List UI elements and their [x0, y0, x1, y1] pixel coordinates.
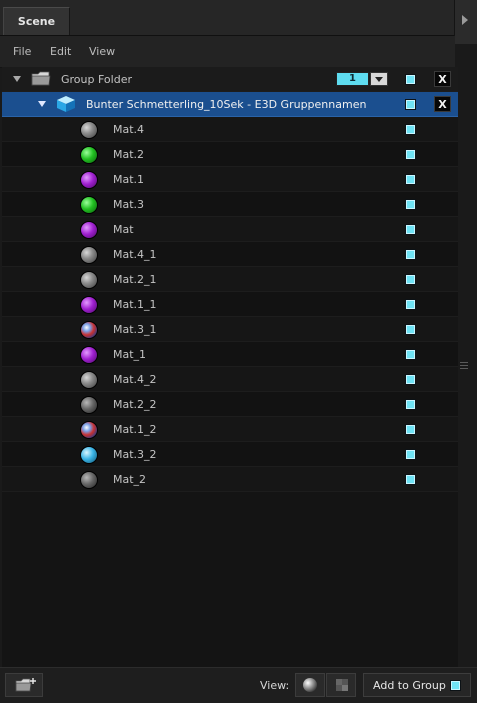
material-row[interactable]: Mat.3_1 — [2, 317, 458, 342]
expand-arrow-icon[interactable] — [38, 101, 46, 107]
material-row[interactable]: Mat_1 — [2, 342, 458, 367]
material-row[interactable]: Mat.3_2 — [2, 442, 458, 467]
material-label: Mat.4_2 — [113, 373, 157, 386]
visibility-toggle[interactable] — [405, 224, 416, 235]
visibility-toggle[interactable] — [405, 99, 416, 110]
grey-material-sphere-icon — [80, 371, 98, 389]
dark-material-sphere-icon — [80, 471, 98, 489]
material-row[interactable]: Mat.4_2 — [2, 367, 458, 392]
chevron-right-icon — [462, 15, 468, 25]
material-label: Mat.2 — [113, 148, 145, 161]
blue-material-sphere-icon — [80, 446, 98, 464]
visibility-toggle[interactable] — [405, 174, 416, 185]
material-row[interactable]: Mat.2 — [2, 142, 458, 167]
multicolor-material-sphere-icon — [80, 421, 98, 439]
material-row[interactable]: Mat — [2, 217, 458, 242]
view-sphere-button[interactable] — [295, 673, 325, 697]
menu-bar: File Edit View — [0, 36, 455, 68]
new-folder-icon — [15, 678, 36, 692]
visibility-toggle[interactable] — [405, 274, 416, 285]
expand-arrow-icon[interactable] — [13, 76, 21, 82]
material-label: Mat.4_1 — [113, 248, 157, 261]
material-label: Mat — [113, 223, 134, 236]
footer-toolbar: View: Add to Group — [0, 667, 477, 703]
visibility-toggle[interactable] — [405, 199, 416, 210]
menu-view[interactable]: View — [89, 45, 115, 58]
green-material-sphere-icon — [80, 196, 98, 214]
scene-tab[interactable]: Scene — [3, 7, 70, 35]
visibility-toggle[interactable] — [405, 324, 416, 335]
add-to-group-checkbox[interactable] — [450, 680, 461, 691]
dark-material-sphere-icon — [80, 396, 98, 414]
material-row[interactable]: Mat.4_1 — [2, 242, 458, 267]
visibility-toggle[interactable] — [405, 299, 416, 310]
scene-tree: Group Folder 1 X Bunter Schmetterling_10… — [2, 67, 458, 667]
visibility-toggle[interactable] — [405, 124, 416, 135]
material-row[interactable]: Mat.1 — [2, 167, 458, 192]
visibility-toggle[interactable] — [405, 349, 416, 360]
folder-icon — [31, 71, 51, 86]
add-to-group-button[interactable]: Add to Group — [363, 673, 471, 697]
layer-number-value: 1 — [336, 72, 369, 86]
add-to-group-label: Add to Group — [373, 679, 446, 692]
menu-edit[interactable]: Edit — [50, 45, 71, 58]
visibility-toggle[interactable] — [405, 249, 416, 260]
visibility-toggle[interactable] — [405, 449, 416, 460]
panel-resize-handle[interactable] — [460, 362, 470, 370]
material-row[interactable]: Mat_2 — [2, 467, 458, 492]
material-row[interactable]: Mat.3 — [2, 192, 458, 217]
visibility-toggle[interactable] — [405, 374, 416, 385]
panel-tab-bar: Scene — [0, 0, 477, 36]
material-label: Mat.4 — [113, 123, 145, 136]
purple-material-sphere-icon — [80, 346, 98, 364]
delete-button[interactable]: X — [434, 96, 451, 112]
material-label: Mat.2_2 — [113, 398, 157, 411]
tree-row-group[interactable]: Bunter Schmetterling_10Sek - E3D Gruppen… — [2, 92, 458, 117]
sphere-view-icon — [303, 678, 317, 692]
multicolor-material-sphere-icon — [80, 321, 98, 339]
purple-material-sphere-icon — [80, 296, 98, 314]
purple-material-sphere-icon — [80, 171, 98, 189]
chevron-down-icon — [375, 77, 383, 82]
purple-material-sphere-icon — [80, 221, 98, 239]
material-label: Mat.3 — [113, 198, 145, 211]
visibility-toggle[interactable] — [405, 74, 416, 85]
layer-number-dropdown[interactable]: 1 — [336, 72, 388, 86]
grey-material-sphere-icon — [80, 121, 98, 139]
new-folder-button[interactable] — [5, 673, 43, 697]
dropdown-arrow[interactable] — [370, 72, 388, 86]
visibility-toggle[interactable] — [405, 149, 416, 160]
visibility-toggle[interactable] — [405, 399, 416, 410]
material-label: Mat.3_1 — [113, 323, 157, 336]
folder-label: Group Folder — [61, 73, 132, 86]
material-row[interactable]: Mat.2_2 — [2, 392, 458, 417]
material-row[interactable]: Mat.1_1 — [2, 292, 458, 317]
material-row[interactable]: Mat.2_1 — [2, 267, 458, 292]
menu-file[interactable]: File — [13, 45, 31, 58]
visibility-toggle[interactable] — [405, 424, 416, 435]
material-row[interactable]: Mat.1_2 — [2, 417, 458, 442]
visibility-toggle[interactable] — [405, 474, 416, 485]
material-label: Mat.1 — [113, 173, 145, 186]
tree-row-group-folder[interactable]: Group Folder 1 X — [2, 67, 458, 92]
delete-button[interactable]: X — [434, 71, 451, 87]
material-label: Mat.1_2 — [113, 423, 157, 436]
view-cubes-button[interactable] — [326, 673, 356, 697]
cube-icon — [57, 96, 75, 112]
material-label: Mat.3_2 — [113, 448, 157, 461]
green-material-sphere-icon — [80, 146, 98, 164]
grey-material-sphere-icon — [80, 246, 98, 264]
panel-collapse-button[interactable] — [454, 0, 477, 44]
material-label: Mat_2 — [113, 473, 147, 486]
cubes-view-icon — [336, 679, 348, 691]
view-label: View: — [260, 679, 290, 692]
material-row[interactable]: Mat.4 — [2, 117, 458, 142]
grey-material-sphere-icon — [80, 271, 98, 289]
material-label: Mat.2_1 — [113, 273, 157, 286]
material-label: Mat_1 — [113, 348, 147, 361]
group-label: Bunter Schmetterling_10Sek - E3D Gruppen… — [86, 98, 367, 111]
material-label: Mat.1_1 — [113, 298, 157, 311]
